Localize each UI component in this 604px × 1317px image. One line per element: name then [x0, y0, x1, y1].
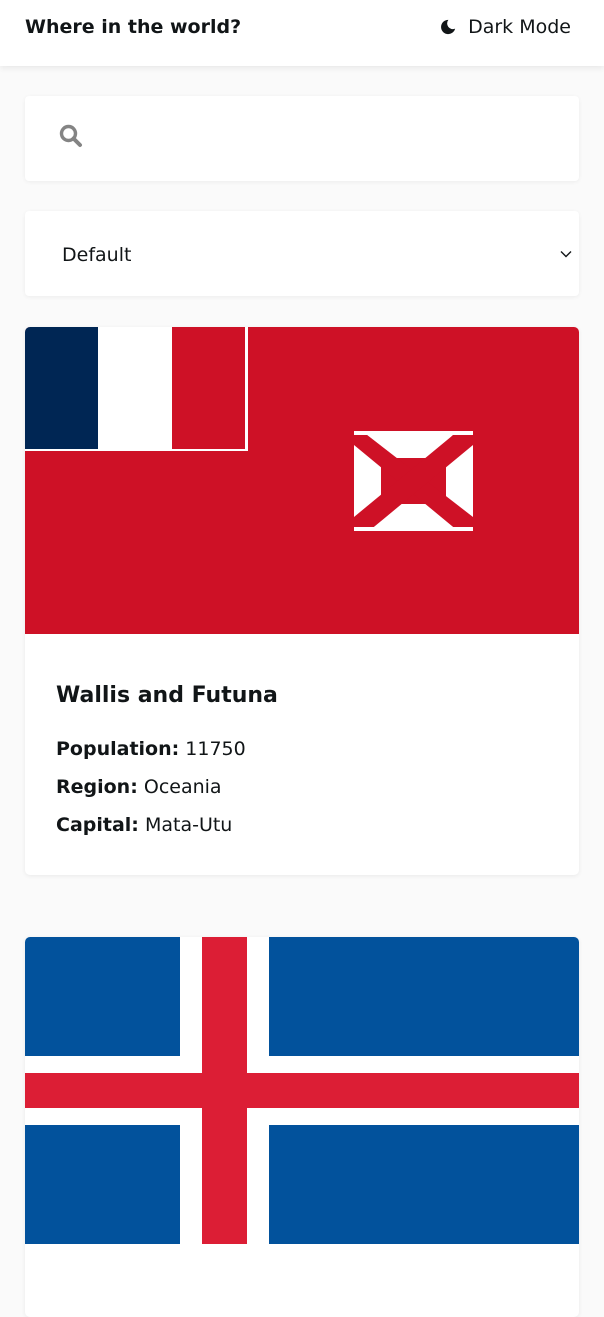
region-value: Oceania [143, 776, 222, 798]
region-stat: Region: Oceania [56, 768, 278, 806]
chevron-down-icon [560, 251, 572, 258]
capital-label: Capital: [56, 814, 139, 836]
country-card[interactable] [25, 937, 579, 1317]
moon-icon [441, 19, 456, 35]
capital-value: Mata-Utu [144, 814, 233, 836]
app-title: Where in the world? [25, 16, 242, 38]
population-label: Population: [56, 738, 180, 760]
capital-stat: Capital: Mata-Utu [56, 806, 278, 844]
region-filter-select[interactable]: Default [25, 211, 579, 296]
country-name: Wallis and Futuna [56, 683, 278, 708]
country-flag [25, 937, 579, 1244]
card-body: Wallis and Futuna Population: 11750 Regi… [56, 681, 278, 844]
population-stat: Population: 11750 [56, 730, 278, 768]
search-icon [59, 124, 82, 147]
region-filter-value: Default [62, 244, 132, 266]
search-bar [25, 96, 579, 181]
region-label: Region: [56, 776, 138, 798]
country-card[interactable]: Wallis and Futuna Population: 11750 Regi… [25, 327, 579, 875]
country-flag [25, 327, 579, 634]
app-header: Where in the world? Dark Mode [0, 0, 604, 66]
dark-mode-toggle[interactable]: Dark Mode [439, 14, 571, 40]
search-input[interactable] [105, 116, 559, 162]
population-value: 11750 [185, 738, 246, 760]
dark-mode-label: Dark Mode [468, 16, 571, 38]
